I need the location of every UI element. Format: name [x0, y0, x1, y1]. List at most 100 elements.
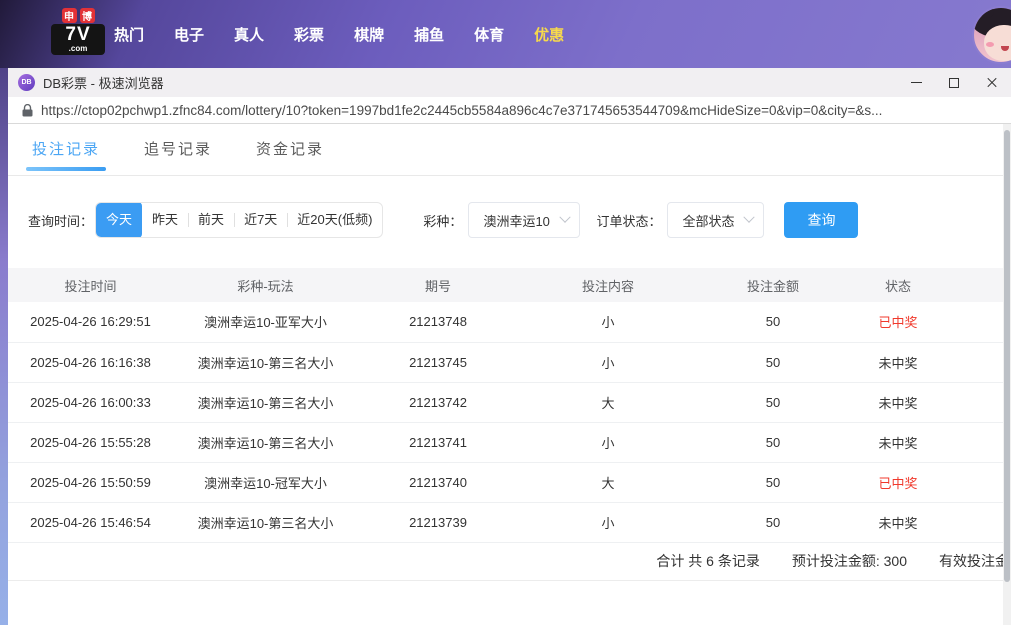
order-status-label: 订单状态：: [596, 213, 662, 229]
summary-total-records: 合计 共 6 条记录: [656, 553, 760, 569]
window-title: DB彩票 - 极速浏览器: [43, 76, 164, 91]
user-avatar[interactable]: [972, 6, 1011, 64]
tab[interactable]: 投注记录: [25, 138, 107, 175]
time-range-option[interactable]: 前天: [188, 203, 234, 237]
cell-bet-amount: 50: [765, 314, 781, 330]
lottery-select-value: 澳洲幸运10: [483, 213, 550, 229]
cell-lottery-play: 澳洲幸运10-冠军大小: [204, 475, 327, 491]
table-column-header: 投注时间: [64, 278, 117, 294]
cell-bet-content: 小: [601, 315, 615, 331]
window-controls: [897, 68, 1011, 97]
summary-expected-amount: 预计投注金额: 300: [791, 553, 907, 569]
time-range-option[interactable]: 今天: [96, 203, 143, 237]
cell-issue-number: 21213741: [409, 434, 467, 450]
cell-bet-content: 大: [601, 475, 615, 491]
nav-item[interactable]: 电子: [174, 24, 204, 45]
table-header-row: 投注时间 彩种-玩法 期号 投注内容 投注金额 状态: [8, 268, 1003, 302]
time-range-option[interactable]: 近7天: [234, 203, 287, 237]
cell-bet-time: 2025-04-26 15:55:28: [30, 434, 151, 450]
filter-bar: 查询时间： 今天 昨天 前天 近7天 近20天(低频) 彩种： 澳洲幸运10 订…: [8, 202, 1011, 238]
table-row: 2025-04-26 15:55:28 澳洲幸运10-第三名大小 2121374…: [8, 422, 1003, 462]
cell-filler: [948, 302, 1003, 342]
address-bar[interactable]: https://ctop02pchwp1.zfnc84.com/lottery/…: [8, 97, 1011, 124]
logo-brand-text: 7V: [65, 24, 91, 45]
chevron-down-icon: [559, 211, 572, 223]
nav-item[interactable]: 彩票: [294, 24, 324, 45]
time-range-group: 今天 昨天 前天 近7天 近20天(低频): [95, 202, 384, 238]
close-icon: [986, 77, 998, 89]
nav-item[interactable]: 捕鱼: [414, 24, 444, 45]
cell-bet-amount: 50: [765, 354, 781, 370]
avatar-hair-bun: [980, 8, 994, 18]
cell-status: 未中奖: [878, 435, 918, 451]
cell-issue-number: 21213739: [409, 514, 467, 530]
scrollbar-thumb[interactable]: [1004, 130, 1010, 582]
browser-titlebar: DB DB彩票 - 极速浏览器: [8, 68, 1011, 97]
record-tabs: 投注记录 追号记录 资金记录: [8, 124, 1011, 176]
table-row: 2025-04-26 15:46:54 澳洲幸运10-第三名大小 2121373…: [8, 502, 1003, 542]
page-content: 投注记录 追号记录 资金记录 查询时间： 今天 昨天 前天 近7天 近20天(低…: [8, 124, 1011, 625]
cell-filler: [948, 382, 1003, 422]
cell-status: 未中奖: [878, 395, 918, 411]
lock-icon: [22, 103, 33, 116]
bet-records-table: 投注时间 彩种-玩法 期号 投注内容 投注金额 状态 2025-04-26 16…: [8, 268, 1003, 543]
cell-lottery-play: 澳洲幸运10-第三名大小: [197, 395, 334, 411]
cell-bet-time: 2025-04-26 16:00:33: [30, 394, 151, 410]
cell-issue-number: 21213745: [409, 354, 467, 370]
lottery-filter-label: 彩种：: [423, 213, 463, 229]
cell-bet-content: 小: [601, 355, 615, 371]
cell-issue-number: 21213740: [409, 474, 467, 490]
search-button[interactable]: 查询: [784, 202, 859, 238]
nav-item[interactable]: 体育: [474, 24, 504, 45]
cell-status: 未中奖: [878, 355, 918, 371]
logo-suffix-text: .com: [68, 44, 88, 53]
cell-lottery-play: 澳洲幸运10-亚军大小: [204, 315, 327, 331]
vertical-scrollbar: [1003, 124, 1011, 625]
time-range-option[interactable]: 昨天: [142, 203, 188, 237]
minimize-icon: [910, 82, 922, 83]
page-background-strip: [0, 68, 8, 625]
cell-lottery-play: 澳洲幸运10-第三名大小: [197, 355, 334, 371]
cell-filler: [948, 462, 1003, 502]
site-logo[interactable]: 申 博 7V .com: [48, 8, 108, 55]
cell-status: 已中奖: [878, 315, 918, 331]
maximize-button[interactable]: [935, 68, 973, 97]
table-row: 2025-04-26 16:16:38 澳洲幸运10-第三名大小 2121374…: [8, 342, 1003, 382]
site-nav: 热门 电子 真人 彩票 棋牌 捕鱼 体育 优惠: [114, 0, 564, 68]
close-button[interactable]: [973, 68, 1011, 97]
nav-item[interactable]: 棋牌: [354, 24, 384, 45]
cell-bet-time: 2025-04-26 15:46:54: [30, 514, 151, 530]
cell-lottery-play: 澳洲幸运10-第三名大小: [197, 435, 334, 451]
maximize-icon: [949, 77, 959, 88]
cell-lottery-play: 澳洲幸运10-第三名大小: [197, 515, 334, 531]
tab[interactable]: 追号记录: [144, 138, 212, 175]
table-row: 2025-04-26 16:29:51 澳洲幸运10-亚军大小 21213748…: [8, 302, 1003, 342]
cell-bet-time: 2025-04-26 15:50:59: [30, 474, 151, 490]
minimize-button[interactable]: [897, 68, 935, 97]
site-header: 申 博 7V .com 热门 电子 真人 彩票 棋牌 捕鱼 体育 优惠: [0, 0, 1011, 68]
cell-filler: [948, 422, 1003, 462]
table-column-header: 投注金额: [746, 278, 799, 294]
cell-bet-amount: 50: [765, 394, 781, 410]
cell-bet-amount: 50: [765, 474, 781, 490]
logo-badge-shen: 申: [61, 8, 77, 23]
cell-bet-amount: 50: [765, 514, 781, 530]
time-range-option[interactable]: 近20天(低频): [287, 203, 382, 237]
nav-item[interactable]: 真人: [234, 24, 264, 45]
order-status-select[interactable]: 全部状态: [667, 202, 765, 238]
tab[interactable]: 资金记录: [256, 138, 324, 175]
cell-status: 已中奖: [878, 475, 918, 491]
table-row: 2025-04-26 15:50:59 澳洲幸运10-冠军大小 21213740…: [8, 462, 1003, 502]
nav-item[interactable]: 热门: [114, 24, 144, 45]
cell-filler: [948, 342, 1003, 382]
url-text: https://ctop02pchwp1.zfnc84.com/lottery/…: [41, 102, 883, 118]
window-app-icon: DB: [18, 74, 35, 91]
summary-valid-amount: 有效投注金: [939, 553, 1009, 569]
cell-issue-number: 21213742: [409, 394, 467, 410]
nav-item[interactable]: 优惠: [534, 24, 564, 45]
summary-bar: 合计 共 6 条记录 预计投注金额: 300 有效投注金: [8, 543, 1011, 581]
cell-status: 未中奖: [878, 515, 918, 531]
lottery-select[interactable]: 澳洲幸运10: [468, 202, 581, 238]
cell-filler: [948, 502, 1003, 542]
table-column-header: 期号: [424, 278, 451, 294]
